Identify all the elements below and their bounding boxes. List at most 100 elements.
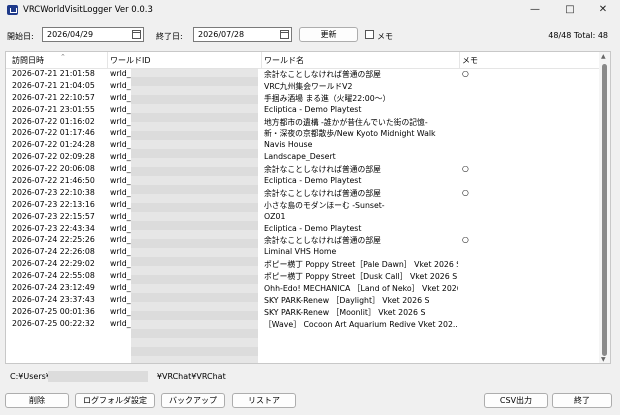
table-row[interactable]: 2026-07-22 02:09:28 wrld_ Landscape_Desert bbox=[6, 151, 600, 163]
visit-time-cell: 2026-07-22 20:06:08 bbox=[12, 164, 95, 174]
column-divider[interactable] bbox=[459, 52, 460, 68]
start-date-label: 開始日: bbox=[7, 32, 34, 41]
scroll-thumb[interactable] bbox=[602, 64, 607, 356]
close-icon[interactable]: ✕ bbox=[586, 0, 620, 20]
visit-time-cell: 2026-07-21 21:04:05 bbox=[12, 80, 95, 90]
column-header-world-id[interactable]: ワールドID bbox=[110, 55, 151, 66]
visit-time-cell: 2026-07-22 01:17:46 bbox=[12, 128, 95, 138]
start-date-picker[interactable]: 2026/04/29 bbox=[42, 27, 144, 42]
maximize-icon[interactable]: □ bbox=[553, 0, 587, 20]
visit-time-cell: 2026-07-23 22:43:34 bbox=[12, 223, 95, 233]
visit-time-cell: 2026-07-22 21:46:50 bbox=[12, 176, 95, 186]
visit-time-cell: 2026-07-24 22:26:08 bbox=[12, 247, 95, 257]
world-name-cell: ポピー横丁 Poppy Street［Pale Dawn］ Vket 2026 … bbox=[264, 260, 458, 270]
exit-button[interactable]: 終了 bbox=[552, 393, 612, 408]
table-body: 2026-07-21 21:01:58 wrld_ 余計なことしなければ普通の部屋 ○… bbox=[6, 68, 600, 330]
column-divider[interactable] bbox=[261, 52, 262, 68]
delete-button[interactable]: 削除 bbox=[5, 393, 69, 408]
visit-table[interactable]: 訪問日時 ⌃ ワールドID ワールド名 メモ 2026-07-21 21:01:5… bbox=[5, 51, 611, 364]
world-id-cell: wrld_ bbox=[110, 92, 131, 102]
memo-checkbox[interactable] bbox=[365, 30, 374, 39]
table-row[interactable]: 2026-07-22 01:16:02 wrld_ 地方都市の遺構 -誰かが昔住んで… bbox=[6, 116, 600, 128]
table-row[interactable]: 2026-07-21 21:01:58 wrld_ 余計なことしなければ普通の部屋 ○ bbox=[6, 68, 600, 80]
world-name-cell: 余計なことしなければ普通の部屋 bbox=[264, 188, 381, 198]
visit-time-cell: 2026-07-24 22:29:02 bbox=[12, 259, 95, 269]
table-row[interactable]: 2026-07-24 23:37:43 wrld_ SKY PARK-Renew ［… bbox=[6, 294, 600, 306]
world-id-cell: wrld_ bbox=[110, 116, 131, 126]
column-divider[interactable] bbox=[107, 52, 108, 68]
visit-time-cell: 2026-07-21 23:01:55 bbox=[12, 104, 95, 114]
end-date-picker[interactable]: 2026/07/28 bbox=[193, 27, 292, 42]
world-id-cell: wrld_ bbox=[110, 128, 131, 138]
table-row[interactable]: 2026-07-25 00:22:32 wrld_ ［Wave］ Cocoon Ar… bbox=[6, 318, 600, 330]
column-header-world-name[interactable]: ワールド名 bbox=[264, 55, 304, 66]
table-row[interactable]: 2026-07-21 23:01:55 wrld_ Ecliptica - Demo… bbox=[6, 104, 600, 116]
visit-time-cell: 2026-07-24 23:37:43 bbox=[12, 294, 95, 304]
calendar-icon[interactable] bbox=[280, 30, 289, 39]
visit-time-cell: 2026-07-24 23:12:49 bbox=[12, 283, 95, 293]
log-folder-button[interactable]: ログフォルダ設定 bbox=[75, 393, 155, 408]
vertical-scrollbar[interactable]: ▲ ▼ bbox=[599, 52, 610, 363]
visit-time-cell: 2026-07-23 22:10:38 bbox=[12, 187, 95, 197]
column-header-memo[interactable]: メモ bbox=[462, 55, 478, 66]
end-date-label: 終了日: bbox=[156, 32, 183, 41]
table-row[interactable]: 2026-07-24 23:12:49 wrld_ Ohh-Edo! MECHANI… bbox=[6, 282, 600, 294]
world-id-cell: wrld_ bbox=[110, 259, 131, 269]
calendar-icon[interactable] bbox=[132, 30, 141, 39]
table-row[interactable]: 2026-07-23 22:15:57 wrld_ OZ01 bbox=[6, 211, 600, 223]
world-name-cell: ポピー横丁 Poppy Street［Dusk Call］ Vket 2026 … bbox=[264, 272, 458, 282]
world-name-cell: Ohh-Edo! MECHANICA ［Land of Neko］ Vket 2… bbox=[264, 284, 458, 294]
world-name-cell: 余計なことしなければ普通の部屋 bbox=[264, 236, 381, 246]
table-row[interactable]: 2026-07-24 22:26:08 wrld_ Liminal VHS Home bbox=[6, 246, 600, 258]
column-header-visit-time[interactable]: 訪問日時 ⌃ bbox=[12, 53, 66, 66]
window-title: VRCWorldVisitLogger Ver 0.0.3 bbox=[23, 5, 153, 15]
world-name-cell: Navis House bbox=[264, 140, 313, 150]
visit-time-cell: 2026-07-23 22:15:57 bbox=[12, 211, 95, 221]
world-name-cell: 小さな島のモダンほーむ -Sunset- bbox=[264, 200, 385, 210]
csv-export-button[interactable]: CSV出力 bbox=[484, 393, 548, 408]
table-row[interactable]: 2026-07-22 01:24:28 wrld_ Navis House bbox=[6, 139, 600, 151]
visit-time-cell: 2026-07-22 02:09:28 bbox=[12, 152, 95, 162]
table-row[interactable]: 2026-07-22 20:06:08 wrld_ 余計なことしなければ普通の部屋 ○ bbox=[6, 163, 600, 175]
table-row[interactable]: 2026-07-22 21:46:50 wrld_ Ecliptica - Demo… bbox=[6, 175, 600, 187]
world-name-cell: 新・深夜の京都散歩/New Kyoto Midnight Walk bbox=[264, 129, 436, 139]
world-name-cell: ［Wave］ Cocoon Art Aquarium Redive Vket 2… bbox=[264, 319, 458, 329]
update-button[interactable]: 更新 bbox=[299, 27, 358, 42]
world-id-cell: wrld_ bbox=[110, 176, 131, 186]
table-header: 訪問日時 ⌃ ワールドID ワールド名 メモ bbox=[6, 52, 600, 69]
table-row[interactable]: 2026-07-21 22:10:57 wrld_ 手掴み酒場 まる進（火曜22:0… bbox=[6, 92, 600, 104]
table-row[interactable]: 2026-07-24 22:25:26 wrld_ 余計なことしなければ普通の部屋 ○ bbox=[6, 234, 600, 246]
world-id-cell: wrld_ bbox=[110, 211, 131, 221]
restore-button[interactable]: リストア bbox=[232, 393, 296, 408]
table-row[interactable]: 2026-07-23 22:10:38 wrld_ 余計なことしなければ普通の部屋 ○ bbox=[6, 187, 600, 199]
visit-time-cell: 2026-07-25 00:01:36 bbox=[12, 306, 95, 316]
visit-time-cell: 2026-07-24 22:25:26 bbox=[12, 235, 95, 245]
world-name-cell: Landscape_Desert bbox=[264, 152, 336, 162]
table-row[interactable]: 2026-07-23 22:13:16 wrld_ 小さな島のモダンほーむ -Sun… bbox=[6, 199, 600, 211]
table-row[interactable]: 2026-07-24 22:55:08 wrld_ ポピー横丁 Poppy Stre… bbox=[6, 270, 600, 282]
redacted-username bbox=[48, 371, 148, 382]
title-bar: VRCWorldVisitLogger Ver 0.0.3 — □ ✕ bbox=[0, 0, 620, 20]
backup-button[interactable]: バックアップ bbox=[161, 393, 225, 408]
world-id-cell: wrld_ bbox=[110, 152, 131, 162]
world-id-cell: wrld_ bbox=[110, 69, 131, 78]
minimize-icon[interactable]: — bbox=[518, 0, 552, 20]
world-id-cell: wrld_ bbox=[110, 306, 131, 316]
table-row[interactable]: 2026-07-23 22:43:34 wrld_ Ecliptica - Demo… bbox=[6, 223, 600, 235]
table-row[interactable]: 2026-07-21 21:04:05 wrld_ VRC九州集会ワールドV2 bbox=[6, 80, 600, 92]
table-row[interactable]: 2026-07-24 22:29:02 wrld_ ポピー横丁 Poppy Stre… bbox=[6, 258, 600, 270]
table-row[interactable]: 2026-07-25 00:01:36 wrld_ SKY PARK-Renew ［… bbox=[6, 306, 600, 318]
visit-time-cell: 2026-07-22 01:16:02 bbox=[12, 116, 95, 126]
world-id-cell: wrld_ bbox=[110, 104, 131, 114]
scroll-up-icon[interactable]: ▲ bbox=[601, 53, 606, 60]
scroll-down-icon[interactable]: ▼ bbox=[601, 356, 606, 363]
visit-time-cell: 2026-07-24 22:55:08 bbox=[12, 271, 95, 281]
world-id-cell: wrld_ bbox=[110, 140, 131, 150]
world-name-cell: OZ01 bbox=[264, 211, 286, 221]
world-id-cell: wrld_ bbox=[110, 247, 131, 257]
world-name-cell: Liminal VHS Home bbox=[264, 247, 337, 257]
world-id-cell: wrld_ bbox=[110, 271, 131, 281]
world-name-cell: 余計なことしなければ普通の部屋 bbox=[264, 70, 381, 79]
table-row[interactable]: 2026-07-22 01:17:46 wrld_ 新・深夜の京都散歩/New Ky… bbox=[6, 127, 600, 139]
visit-time-cell: 2026-07-25 00:22:32 bbox=[12, 318, 95, 328]
